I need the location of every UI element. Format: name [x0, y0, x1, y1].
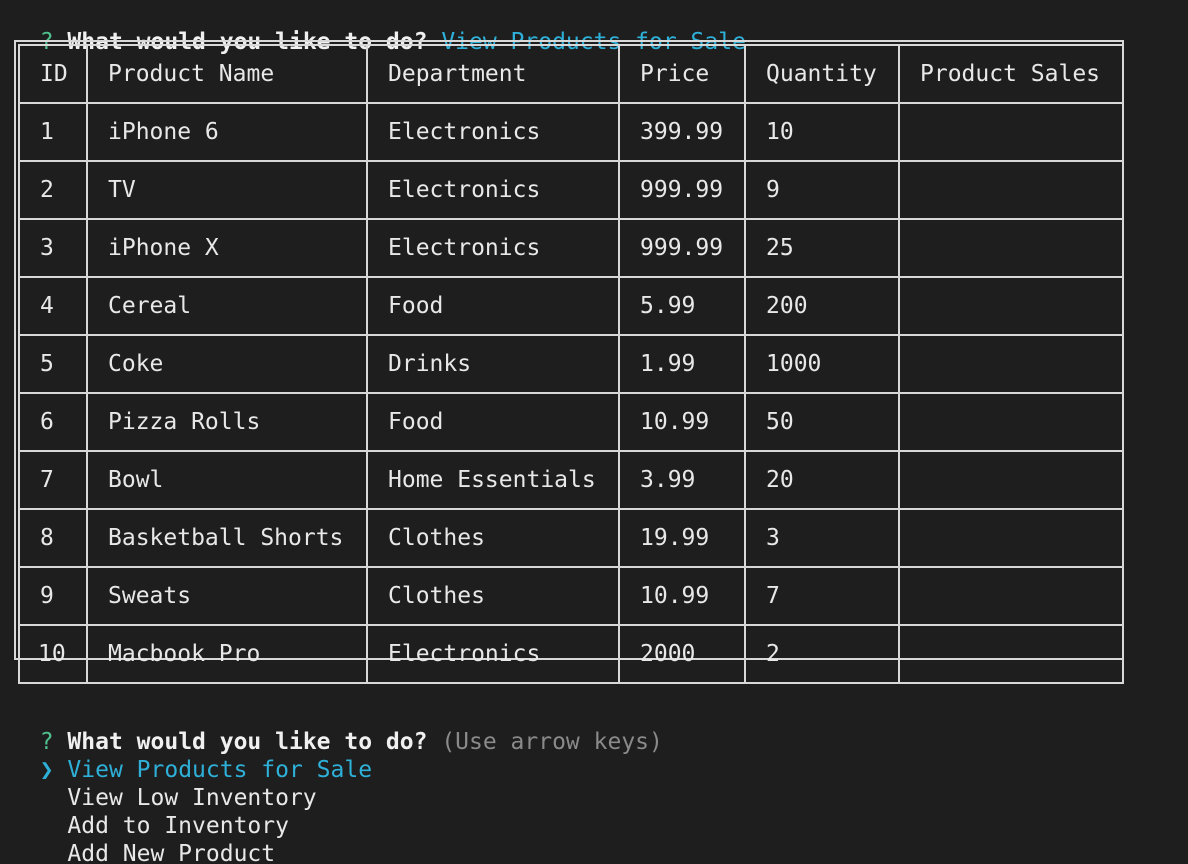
cell-quantity: 50 — [744, 392, 900, 452]
cell-id: 5 — [18, 334, 88, 394]
products-table: ID Product Name Department Price Quantit… — [18, 44, 1124, 684]
cell-price: 999.99 — [618, 160, 746, 220]
cell-price: 399.99 — [618, 102, 746, 162]
cell-quantity: 7 — [744, 566, 900, 626]
cell-id: 4 — [18, 276, 88, 336]
table-row: 8 Basketball Shorts Clothes 19.99 3 — [18, 508, 1124, 568]
cell-product-sales — [898, 508, 1124, 568]
cell-id: 3 — [18, 218, 88, 278]
cell-department: Electronics — [366, 218, 620, 278]
cell-product-sales — [898, 160, 1124, 220]
cell-product-sales — [898, 102, 1124, 162]
cell-quantity: 2 — [744, 624, 900, 684]
table-row: 7 Bowl Home Essentials 3.99 20 — [18, 450, 1124, 510]
menu-option-add-new-product[interactable]: Add New Product — [12, 812, 275, 864]
table-row: 2 TV Electronics 999.99 9 — [18, 160, 1124, 220]
header-department: Department — [366, 44, 620, 104]
cell-product-name: Bowl — [86, 450, 368, 510]
menu-option-label: Add New Product — [67, 841, 276, 864]
cell-product-sales — [898, 624, 1124, 684]
cell-department: Electronics — [366, 160, 620, 220]
table-row: 10 Macbook Pro Electronics 2000 2 — [18, 624, 1124, 684]
cell-quantity: 25 — [744, 218, 900, 278]
header-quantity: Quantity — [744, 44, 900, 104]
products-table-frame: ID Product Name Department Price Quantit… — [14, 40, 1124, 684]
header-price: Price — [618, 44, 746, 104]
cell-price: 10.99 — [618, 566, 746, 626]
cell-quantity: 3 — [744, 508, 900, 568]
cell-price: 19.99 — [618, 508, 746, 568]
cell-department: Food — [366, 392, 620, 452]
cell-product-sales — [898, 218, 1124, 278]
cell-product-name: iPhone 6 — [86, 102, 368, 162]
cell-department: Drinks — [366, 334, 620, 394]
cell-department: Food — [366, 276, 620, 336]
cell-id: 6 — [18, 392, 88, 452]
cell-id: 7 — [18, 450, 88, 510]
header-product-name: Product Name — [86, 44, 368, 104]
table-row: 6 Pizza Rolls Food 10.99 50 — [18, 392, 1124, 452]
prompt-answered-line: ? What would you like to do? View Produc… — [12, 0, 746, 55]
cell-price: 2000 — [618, 624, 746, 684]
table-row: 5 Coke Drinks 1.99 1000 — [18, 334, 1124, 394]
menu-option-add-to-inventory[interactable]: Add to Inventory — [12, 784, 289, 839]
cell-product-sales — [898, 334, 1124, 394]
cell-product-name: Basketball Shorts — [86, 508, 368, 568]
cell-price: 999.99 — [618, 218, 746, 278]
cell-product-sales — [898, 450, 1124, 510]
cell-price: 10.99 — [618, 392, 746, 452]
cell-product-name: Cereal — [86, 276, 368, 336]
cell-id: 1 — [18, 102, 88, 162]
prompt-hint: (Use arrow keys) — [441, 729, 663, 755]
cell-department: Electronics — [366, 624, 620, 684]
cell-price: 3.99 — [618, 450, 746, 510]
table-row: 3 iPhone X Electronics 999.99 25 — [18, 218, 1124, 278]
cell-product-sales — [898, 392, 1124, 452]
cell-product-name: Coke — [86, 334, 368, 394]
cell-quantity: 10 — [744, 102, 900, 162]
menu-option-view-low-inventory[interactable]: View Low Inventory — [12, 756, 316, 811]
table-header-row: ID Product Name Department Price Quantit… — [18, 44, 1124, 104]
cell-product-sales — [898, 566, 1124, 626]
cell-product-name: iPhone X — [86, 218, 368, 278]
table-row: 9 Sweats Clothes 10.99 7 — [18, 566, 1124, 626]
cell-department: Electronics — [366, 102, 620, 162]
cell-product-name: Sweats — [86, 566, 368, 626]
header-product-sales: Product Sales — [898, 44, 1124, 104]
cell-id: 9 — [18, 566, 88, 626]
cell-quantity: 9 — [744, 160, 900, 220]
cell-product-sales — [898, 276, 1124, 336]
cell-quantity: 20 — [744, 450, 900, 510]
cell-id: 2 — [18, 160, 88, 220]
cell-price: 1.99 — [618, 334, 746, 394]
table-row: 1 iPhone 6 Electronics 399.99 10 — [18, 102, 1124, 162]
cell-department: Clothes — [366, 566, 620, 626]
cell-price: 5.99 — [618, 276, 746, 336]
cell-product-name: Macbook Pro — [86, 624, 368, 684]
cell-id: 8 — [18, 508, 88, 568]
cell-department: Clothes — [366, 508, 620, 568]
cell-product-name: Pizza Rolls — [86, 392, 368, 452]
cell-department: Home Essentials — [366, 450, 620, 510]
cell-quantity: 200 — [744, 276, 900, 336]
prompt-active-line: ? What would you like to do? (Use arrow … — [12, 700, 663, 755]
header-id: ID — [18, 44, 88, 104]
table-row: 4 Cereal Food 5.99 200 — [18, 276, 1124, 336]
cell-id: 10 — [18, 624, 88, 684]
cell-quantity: 1000 — [744, 334, 900, 394]
cell-product-name: TV — [86, 160, 368, 220]
menu-option-view-products[interactable]: ❯ View Products for Sale — [12, 728, 372, 783]
